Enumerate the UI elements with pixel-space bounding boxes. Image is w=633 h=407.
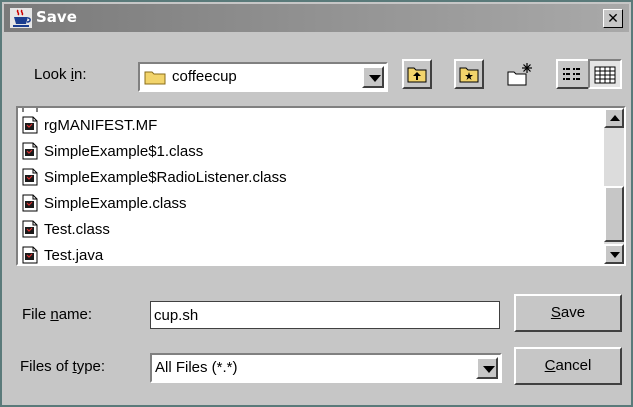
list-view-button[interactable] [556,59,590,89]
save-dialog: Save ✕ Look in: coffeecup rgMANIFEST.MF … [0,0,633,407]
cancel-button[interactable]: Cancel [514,347,622,385]
new-folder-button[interactable] [504,59,534,89]
chevron-up-icon [610,115,620,121]
chevron-down-icon [369,75,381,82]
look-in-label: Look in: [34,66,87,83]
java-coffee-cup-icon [10,8,32,28]
list-view-icon [563,68,580,80]
file-name-text: SimpleExample.class [44,194,187,212]
list-item[interactable]: SimpleExample$RadioListener.class [22,164,287,190]
scroll-up-button[interactable] [604,108,624,128]
list-item[interactable]: SimpleExample$1.class [22,138,203,164]
home-icon [459,67,479,83]
list-item[interactable]: Test.java [22,242,104,264]
home-button[interactable] [454,59,484,89]
file-name-text: Test.java [44,246,104,264]
scroll-thumb[interactable] [604,186,624,242]
file-name-input[interactable] [150,301,500,329]
list-item[interactable]: SimpleExample.class [22,190,187,216]
save-button[interactable]: Save [514,294,622,332]
scroll-down-button[interactable] [604,244,624,264]
file-name-text: SimpleExample$1.class [44,142,204,160]
look-in-combo[interactable]: coffeecup [138,62,388,92]
file-name-label: File name: [22,306,93,323]
up-one-level-icon [407,67,427,83]
details-view-button[interactable] [588,59,622,89]
document-icon [22,116,38,134]
file-name-text: SimpleExample$RadioListener.class [44,168,287,186]
title-bar[interactable]: Save ✕ [4,4,629,32]
document-icon [22,220,38,238]
look-in-value: coffeecup [172,68,237,85]
vertical-scrollbar[interactable] [604,108,624,264]
list-item[interactable]: Test.class [22,216,110,242]
file-name-field[interactable] [151,302,499,328]
window-title: Save [36,8,77,26]
document-icon [22,142,38,160]
document-icon [22,168,38,186]
look-in-dropdown-button[interactable] [362,66,384,88]
file-list[interactable]: rgMANIFEST.MF SimpleExample$1.class Simp… [16,106,626,266]
up-one-level-button[interactable] [402,59,432,89]
file-name-text: rgMANIFEST.MF [44,116,158,134]
document-icon [22,194,38,212]
files-of-type-value: All Files (*.*) [155,359,238,376]
chevron-down-icon [610,252,620,258]
chevron-down-icon [483,366,495,373]
folder-icon [144,71,166,85]
details-view-icon [594,66,616,84]
files-of-type-combo[interactable]: All Files (*.*) [150,353,502,383]
document-icon [22,246,38,264]
files-of-type-label: Files of type: [20,358,106,375]
new-folder-icon [507,63,532,86]
close-button[interactable]: ✕ [603,9,623,28]
files-of-type-dropdown-button[interactable] [476,357,498,379]
file-name-text: Test.class [44,220,110,238]
list-item[interactable]: rgMANIFEST.MF [22,112,157,138]
